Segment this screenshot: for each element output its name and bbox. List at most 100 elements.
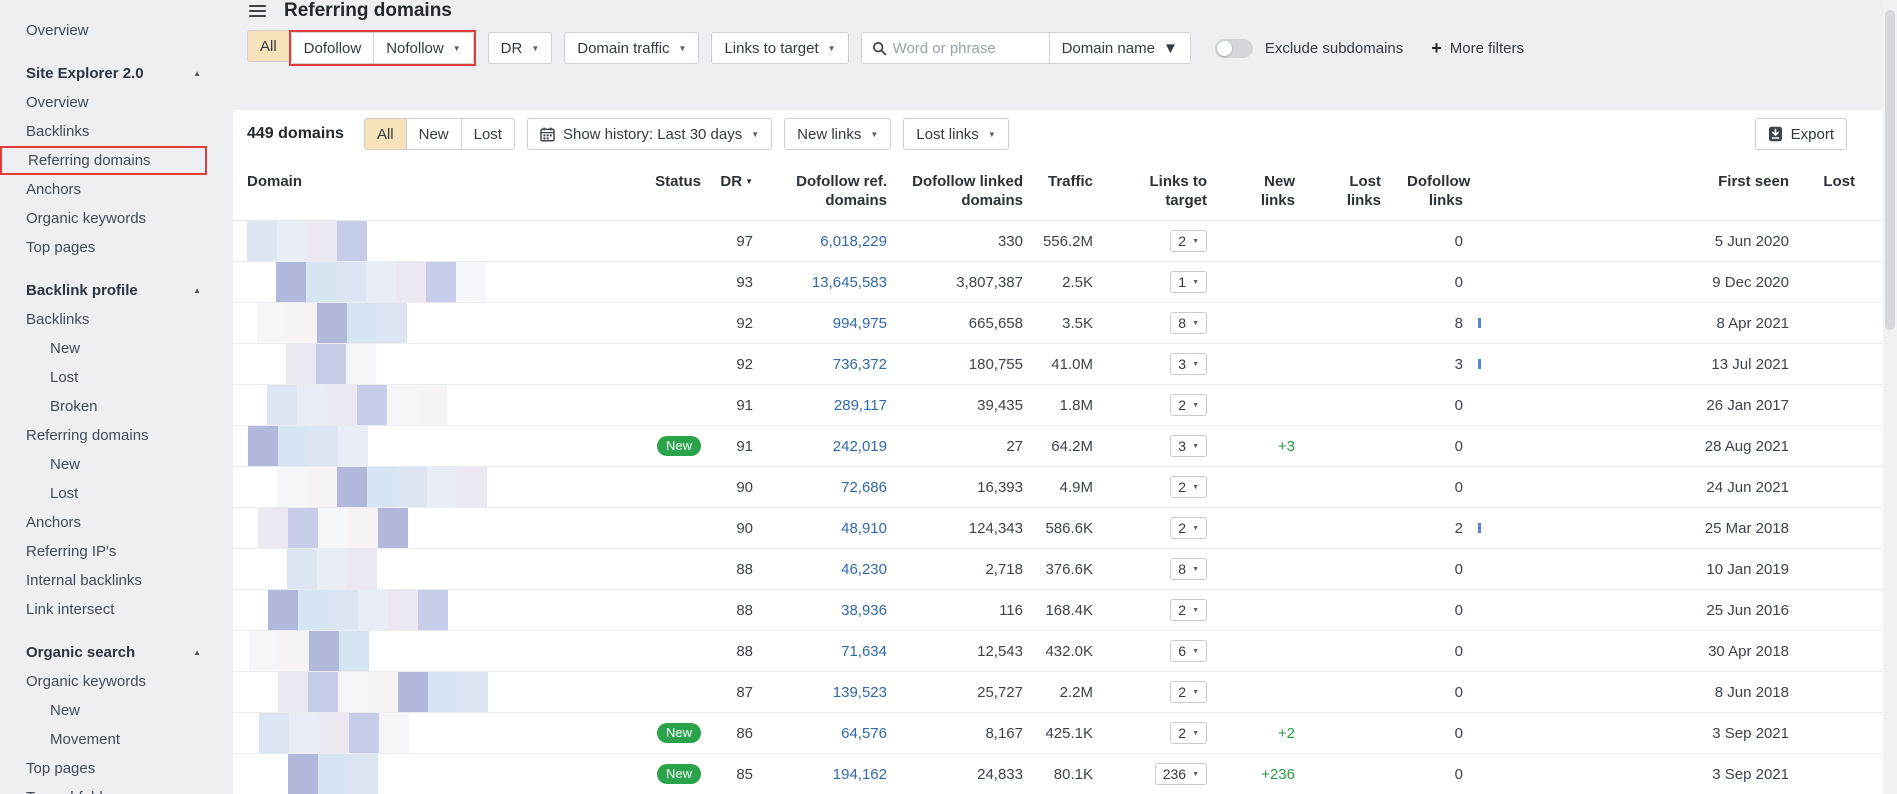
word-or-phrase-input[interactable] (889, 33, 1049, 63)
column-header-status[interactable]: Status (653, 160, 705, 221)
sidebar-item-top-pages[interactable]: Top pages (0, 754, 233, 783)
view-new-button[interactable]: New (406, 118, 462, 150)
links-to-target-dropdown[interactable]: 8▼ (1170, 312, 1207, 334)
new-links-value: +2 (1278, 725, 1295, 742)
column-header-dofollow-links[interactable]: Dofollow links (1407, 160, 1489, 221)
links-to-target-dropdown[interactable]: 1▼ (1170, 271, 1207, 293)
column-header-dr[interactable]: DR▼ (705, 160, 761, 221)
dofollow-ref-domains-link[interactable]: 139,523 (833, 684, 887, 701)
links-to-target-dropdown[interactable]: 2▼ (1170, 681, 1207, 703)
sidebar-item-backlinks[interactable]: Backlinks (0, 305, 233, 334)
column-header-lost[interactable]: Lost (1819, 160, 1883, 221)
sidebar-item-new[interactable]: New (0, 696, 233, 725)
sidebar-item-internal-backlinks[interactable]: Internal backlinks (0, 566, 233, 595)
links-to-target-dropdown[interactable]: 2▼ (1170, 599, 1207, 621)
sidebar-item-top-subfolders[interactable]: Top subfolders (0, 783, 233, 794)
view-lost-button[interactable]: Lost (461, 118, 515, 150)
dofollow-ref-domains-link[interactable]: 46,230 (841, 561, 887, 578)
dofollow-ref-domains-link[interactable]: 994,975 (833, 315, 887, 332)
column-header-new-links[interactable]: New links (1229, 160, 1321, 221)
menu-icon[interactable] (247, 1, 268, 22)
sidebar-item-organic-keywords[interactable]: Organic keywords (0, 667, 233, 696)
sidebar-item-referring-domains[interactable]: Referring domains (0, 421, 233, 450)
dofollow-ref-domains-link[interactable]: 6,018,229 (820, 233, 887, 250)
dofollow-ref-domains-link[interactable]: 13,645,583 (812, 274, 887, 291)
lost-links-value (1321, 672, 1407, 713)
sidebar-item-overview[interactable]: Overview (0, 16, 233, 45)
more-filters-button[interactable]: + More filters (1431, 39, 1524, 57)
new-links-dropdown[interactable]: New links ▼ (784, 118, 891, 150)
links-to-target-dropdown[interactable]: 6▼ (1170, 640, 1207, 662)
collapse-arrow-icon[interactable]: ▲ (193, 286, 201, 295)
chevron-down-icon: ▼ (828, 44, 836, 53)
dofollow-ref-domains-link[interactable]: 289,117 (834, 397, 887, 414)
lost-links-dropdown[interactable]: Lost links ▼ (903, 118, 1008, 150)
export-button[interactable]: Export (1755, 118, 1847, 150)
sidebar-item-new[interactable]: New (0, 334, 233, 363)
column-header-dofollow-ref-domains[interactable]: Dofollow ref. domains (761, 160, 901, 221)
links-to-target-dropdown[interactable]: 3▼ (1170, 435, 1207, 457)
chevron-down-icon: ▼ (531, 44, 539, 53)
domain-traffic-filter-button[interactable]: Domain traffic ▼ (564, 32, 699, 64)
sidebar-item-organic-keywords[interactable]: Organic keywords (0, 204, 233, 233)
column-header-dofollow-linked-domains[interactable]: Dofollow linked domains (901, 160, 1039, 221)
links-to-target-dropdown[interactable]: 3▼ (1170, 353, 1207, 375)
sidebar-item-broken[interactable]: Broken (0, 392, 233, 421)
redacted-domain (247, 385, 653, 425)
column-header-traffic[interactable]: Traffic (1039, 160, 1111, 221)
sidebar-section-organic-search[interactable]: Organic search▲ (0, 638, 233, 667)
sidebar-item-anchors[interactable]: Anchors (0, 175, 233, 204)
filter-all-button[interactable]: All (247, 30, 290, 62)
view-all-button[interactable]: All (364, 118, 407, 150)
sidebar-section-backlink-profile[interactable]: Backlink profile▲ (0, 276, 233, 305)
show-history-button[interactable]: Show history: Last 30 days ▼ (527, 118, 772, 150)
sidebar-item-lost[interactable]: Lost (0, 363, 233, 392)
scrollbar-thumb[interactable] (1885, 10, 1895, 330)
collapse-arrow-icon[interactable]: ▲ (193, 69, 201, 78)
first-seen-value: 24 Jun 2021 (1489, 467, 1819, 508)
sidebar-item-lost[interactable]: Lost (0, 479, 233, 508)
domain-name-dropdown[interactable]: Domain name ▼ (1049, 32, 1190, 64)
dofollow-ref-domains-link[interactable]: 242,019 (833, 438, 887, 455)
links-to-target-dropdown[interactable]: 236▼ (1155, 763, 1207, 785)
collapse-arrow-icon[interactable]: ▲ (193, 648, 201, 657)
column-header-lost-links[interactable]: Lost links (1321, 160, 1407, 221)
dr-filter-button[interactable]: DR ▼ (488, 32, 553, 64)
dr-value: 91 (705, 426, 761, 467)
exclude-subdomains-toggle[interactable] (1215, 39, 1253, 58)
links-to-target-filter-button[interactable]: Links to target ▼ (711, 32, 848, 64)
sidebar-item-movement[interactable]: Movement (0, 725, 233, 754)
sidebar-item-anchors[interactable]: Anchors (0, 508, 233, 537)
column-header-first-seen[interactable]: First seen (1489, 160, 1819, 221)
links-to-target-dropdown[interactable]: 2▼ (1170, 517, 1207, 539)
dofollow-ref-domains-link[interactable]: 736,372 (833, 356, 887, 373)
sidebar-section-site-explorer-2-0[interactable]: Site Explorer 2.0▲ (0, 59, 233, 88)
lost-value (1819, 344, 1883, 385)
links-to-target-dropdown[interactable]: 2▼ (1170, 476, 1207, 498)
filter-dofollow-button[interactable]: Dofollow (291, 32, 375, 64)
dofollow-ref-domains-link[interactable]: 48,910 (841, 520, 887, 537)
sidebar-item-new[interactable]: New (0, 450, 233, 479)
dofollow-ref-domains-link[interactable]: 71,634 (841, 643, 887, 660)
sidebar-item-top-pages[interactable]: Top pages (0, 233, 233, 262)
sidebar-item-referring-ip-s[interactable]: Referring IP's (0, 537, 233, 566)
dofollow-ref-domains-link[interactable]: 38,936 (841, 602, 887, 619)
sidebar-item-link-intersect[interactable]: Link intersect (0, 595, 233, 624)
sidebar-item-referring-domains[interactable]: Referring domains (0, 146, 207, 175)
chevron-down-icon: ▼ (870, 130, 878, 139)
column-header-domain[interactable]: Domain (233, 160, 653, 221)
column-header-links-to-target[interactable]: Links to target (1111, 160, 1229, 221)
dofollow-ref-domains-link[interactable]: 72,686 (841, 479, 887, 496)
sidebar-item-overview[interactable]: Overview (0, 88, 233, 117)
dofollow-ref-domains-link[interactable]: 194,162 (833, 766, 887, 783)
traffic-value: 586.6K (1039, 508, 1111, 549)
vertical-scrollbar[interactable] (1883, 0, 1897, 794)
sidebar-item-backlinks[interactable]: Backlinks (0, 117, 233, 146)
links-to-target-dropdown[interactable]: 2▼ (1170, 722, 1207, 744)
dofollow-links-value: 0 (1455, 397, 1463, 414)
links-to-target-dropdown[interactable]: 2▼ (1170, 230, 1207, 252)
links-to-target-dropdown[interactable]: 2▼ (1170, 394, 1207, 416)
dofollow-ref-domains-link[interactable]: 64,576 (841, 725, 887, 742)
filter-nofollow-button[interactable]: Nofollow ▼ (373, 32, 473, 64)
links-to-target-dropdown[interactable]: 8▼ (1170, 558, 1207, 580)
